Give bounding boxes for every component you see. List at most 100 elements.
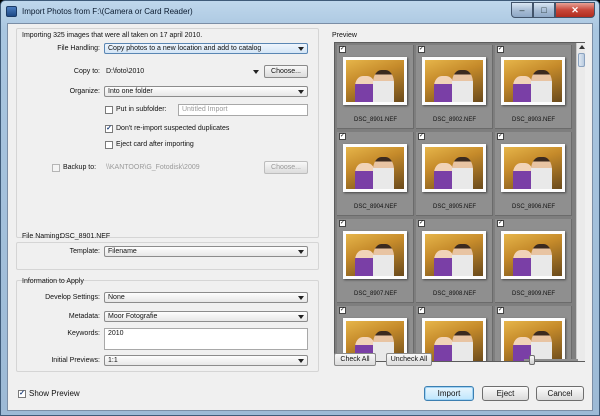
preview-thumbnail[interactable]: ✓ DSC_8905.NEF <box>416 132 493 216</box>
organize-value: Into one folder <box>108 88 153 95</box>
chevron-down-icon <box>298 359 304 363</box>
eject-button[interactable]: Eject <box>482 386 529 401</box>
thumbnail-checkbox[interactable]: ✓ <box>418 133 425 140</box>
photo-thumbnail-image <box>343 231 407 279</box>
metadata-label: Metadata: <box>68 313 100 320</box>
photo-thumbnail-image <box>422 144 486 192</box>
thumbnail-filename: DSC_8909.NEF <box>511 291 556 297</box>
dont-reimport-label: Don't re-import suspected duplicates <box>116 125 230 132</box>
preview-thumbnail[interactable]: ✓ DSC_8904.NEF <box>337 132 414 216</box>
thumbnail-checkbox[interactable]: ✓ <box>497 46 504 53</box>
backup-path: \\KANTOOR\G_Fotodisk\2009 <box>106 164 200 171</box>
chevron-down-icon <box>298 47 304 51</box>
photo-thumbnail-image <box>422 57 486 105</box>
backup-label: Backup to: <box>63 164 97 171</box>
import-dialog: Import Photos from F:\(Camera or Card Re… <box>0 0 600 416</box>
develop-settings-select[interactable]: None <box>104 292 308 303</box>
backup-choose-button[interactable]: Choose... <box>264 161 308 174</box>
thumbnail-filename: DSC_8908.NEF <box>432 291 477 297</box>
scroll-up-icon[interactable] <box>578 44 585 51</box>
import-options-panel <box>16 28 319 238</box>
subfolder-name-input[interactable]: Untitled Import <box>178 104 308 116</box>
develop-settings-label: Develop Settings: <box>45 294 100 301</box>
preview-thumbnail[interactable]: ✓ DSC_8902.NEF <box>416 45 493 129</box>
chevron-down-icon <box>298 315 304 319</box>
photo-thumbnail-image <box>501 57 565 105</box>
copy-to-label: Copy to: <box>73 68 100 75</box>
chevron-down-icon <box>298 250 304 254</box>
template-value: Filename <box>108 248 137 255</box>
file-naming-example: DSC_8901.NEF <box>60 233 111 240</box>
title-bar[interactable]: Import Photos from F:\(Camera or Card Re… <box>1 1 599 23</box>
thumbnail-checkbox[interactable]: ✓ <box>418 307 425 314</box>
preview-thumbnail[interactable]: ✓ <box>495 306 572 361</box>
thumbnail-checkbox[interactable]: ✓ <box>339 220 346 227</box>
uncheck-all-button[interactable]: Uncheck All <box>386 353 432 366</box>
thumbnail-size-slider[interactable] <box>524 355 578 365</box>
file-naming-label: File Naming: <box>22 233 62 240</box>
initial-previews-select[interactable]: 1:1 <box>104 355 308 366</box>
slider-knob[interactable] <box>529 355 535 365</box>
preview-thumbnail[interactable]: ✓ DSC_8903.NEF <box>495 45 572 129</box>
metadata-select[interactable]: Moor Fotografie <box>104 311 308 322</box>
thumbnail-filename: DSC_8901.NEF <box>353 117 398 123</box>
eject-card-label: Eject card after importing <box>116 141 194 148</box>
show-preview-checkbox[interactable]: ✓ <box>18 390 26 398</box>
dialog-body: Importing 325 images that were all taken… <box>7 23 593 411</box>
photo-thumbnail-image <box>343 144 407 192</box>
copy-to-path: D:\foto\2010 <box>106 68 145 75</box>
initial-previews-label: Initial Previews: <box>51 357 100 364</box>
thumbnail-filename: DSC_8906.NEF <box>511 204 556 210</box>
metadata-value: Moor Fotografie <box>108 313 158 320</box>
check-all-button[interactable]: Check All <box>334 353 376 366</box>
lightroom-app-icon <box>6 6 17 17</box>
thumbnail-checkbox[interactable]: ✓ <box>339 133 346 140</box>
thumbnail-checkbox[interactable]: ✓ <box>418 46 425 53</box>
file-handling-select[interactable]: Copy photos to a new location and add to… <box>104 43 308 54</box>
keywords-label: Keywords: <box>67 330 100 337</box>
thumbnail-checkbox[interactable]: ✓ <box>339 46 346 53</box>
eject-card-checkbox[interactable] <box>105 141 113 149</box>
copy-to-dropdown-icon[interactable] <box>252 69 260 77</box>
import-button[interactable]: Import <box>424 386 474 401</box>
template-select[interactable]: Filename <box>104 246 308 257</box>
preview-grid[interactable]: ✓ DSC_8901.NEF ✓ DSC_8902.NEF ✓ DSC_8903.NEF ✓… <box>334 42 585 362</box>
thumbnail-checkbox[interactable]: ✓ <box>339 307 346 314</box>
preview-thumbnail[interactable]: ✓ DSC_8907.NEF <box>337 219 414 303</box>
backup-checkbox[interactable] <box>52 164 60 172</box>
cancel-button[interactable]: Cancel <box>536 386 584 401</box>
thumbnail-filename: DSC_8903.NEF <box>511 117 556 123</box>
photo-thumbnail-image <box>501 231 565 279</box>
preview-thumbnail[interactable]: ✓ DSC_8901.NEF <box>337 45 414 129</box>
file-handling-label: File Handling: <box>57 45 100 52</box>
scrollbar-thumb[interactable] <box>578 53 585 67</box>
develop-settings-value: None <box>108 294 125 301</box>
thumbnail-checkbox[interactable]: ✓ <box>497 220 504 227</box>
chevron-down-icon <box>298 90 304 94</box>
subfolder-label: Put in subfolder: <box>116 106 167 113</box>
thumbnail-filename: DSC_8905.NEF <box>432 204 477 210</box>
close-button[interactable]: ✕ <box>555 2 595 18</box>
preview-thumbnail[interactable]: ✓ DSC_8906.NEF <box>495 132 572 216</box>
import-summary: Importing 325 images that were all taken… <box>22 32 203 39</box>
subfolder-checkbox[interactable] <box>105 106 113 114</box>
photo-thumbnail-image <box>501 144 565 192</box>
preview-scrollbar[interactable] <box>576 43 585 361</box>
initial-previews-value: 1:1 <box>108 357 118 364</box>
window-title: Import Photos from F:\(Camera or Card Re… <box>22 7 193 16</box>
preview-thumbnail[interactable]: ✓ DSC_8908.NEF <box>416 219 493 303</box>
keywords-textarea[interactable]: 2010 <box>104 328 308 350</box>
thumbnail-checkbox[interactable]: ✓ <box>418 220 425 227</box>
organize-label: Organize: <box>69 88 100 95</box>
chevron-down-icon <box>298 296 304 300</box>
minimize-button[interactable]: – <box>511 2 533 18</box>
thumbnail-checkbox[interactable]: ✓ <box>497 133 504 140</box>
dont-reimport-checkbox[interactable]: ✓ <box>105 125 113 133</box>
organize-select[interactable]: Into one folder <box>104 86 308 97</box>
maximize-button[interactable]: □ <box>533 2 555 18</box>
copy-to-choose-button[interactable]: Choose... <box>264 65 308 78</box>
preview-title: Preview <box>332 32 357 39</box>
file-handling-value: Copy photos to a new location and add to… <box>108 45 262 52</box>
preview-thumbnail[interactable]: ✓ DSC_8909.NEF <box>495 219 572 303</box>
thumbnail-checkbox[interactable]: ✓ <box>497 307 504 314</box>
